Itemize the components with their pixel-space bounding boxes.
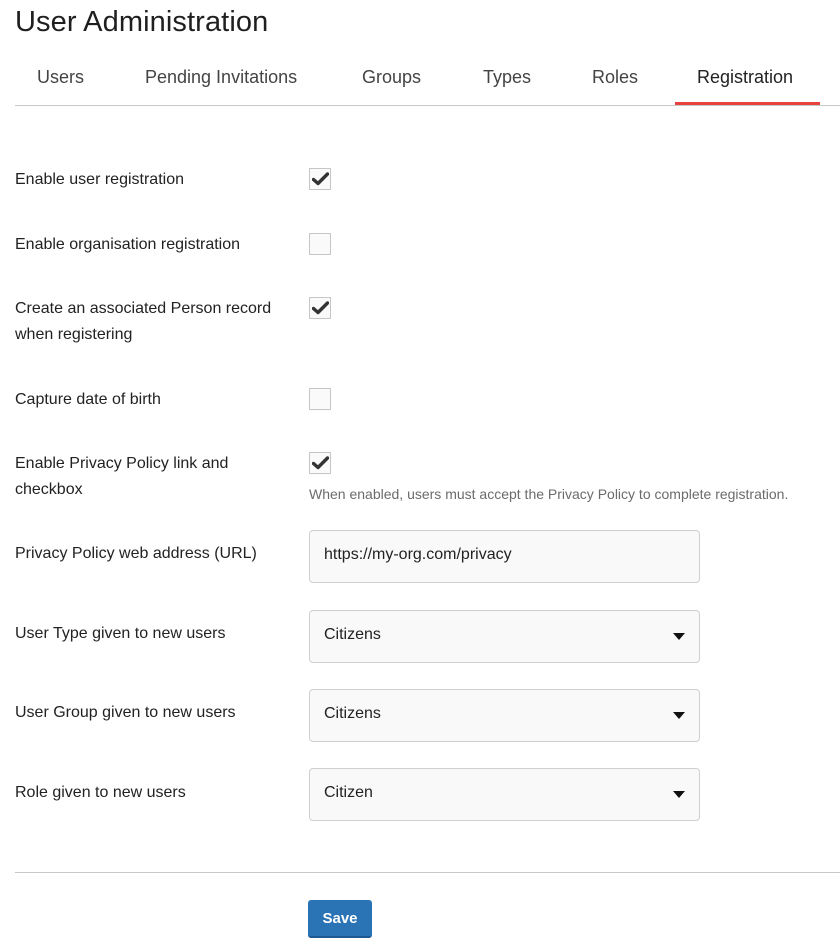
enable-organisation-registration-checkbox[interactable] — [309, 233, 331, 255]
tab-bar: Users Pending Invitations Groups Types R… — [15, 58, 840, 106]
form-divider — [15, 872, 840, 873]
privacy-policy-help-text: When enabled, users must accept the Priv… — [309, 486, 789, 502]
privacy-url-value: https://my-org.com/privacy — [324, 546, 512, 563]
user-type-label: User Type given to new users — [15, 625, 226, 642]
tab-pending-invitations[interactable]: Pending Invitations — [145, 67, 297, 88]
user-type-select[interactable]: Citizens — [309, 610, 700, 663]
user-group-label: User Group given to new users — [15, 704, 236, 721]
user-group-select[interactable]: Citizens — [309, 689, 700, 742]
privacy-policy-checkbox[interactable] — [309, 452, 331, 474]
active-tab-indicator — [675, 102, 820, 105]
chevron-down-icon — [673, 791, 685, 798]
user-type-selected: Citizens — [324, 626, 381, 643]
enable-organisation-registration-label: Enable organisation registration — [15, 236, 241, 253]
role-selected: Citizen — [324, 784, 373, 801]
tab-registration[interactable]: Registration — [697, 67, 793, 88]
chevron-down-icon — [673, 633, 685, 640]
enable-user-registration-label: Enable user registration — [15, 171, 184, 188]
capture-dob-label: Capture date of birth — [15, 391, 161, 408]
enable-user-registration-checkbox[interactable] — [309, 168, 331, 190]
save-button[interactable]: Save — [308, 900, 372, 938]
user-group-selected: Citizens — [324, 705, 381, 722]
tab-groups[interactable]: Groups — [362, 67, 421, 88]
page-title: User Administration — [15, 6, 269, 38]
capture-dob-checkbox[interactable] — [309, 388, 331, 410]
checkmark-icon — [312, 172, 329, 186]
role-label: Role given to new users — [15, 784, 186, 801]
tab-roles[interactable]: Roles — [592, 67, 638, 88]
role-select[interactable]: Citizen — [309, 768, 700, 821]
tab-types[interactable]: Types — [483, 67, 531, 88]
tab-users[interactable]: Users — [37, 67, 84, 88]
create-person-record-checkbox[interactable] — [309, 297, 331, 319]
checkmark-icon — [312, 301, 329, 315]
privacy-url-input[interactable]: https://my-org.com/privacy — [309, 530, 700, 583]
checkmark-icon — [312, 456, 329, 470]
create-person-record-label: Create an associated Person record when … — [15, 300, 272, 343]
privacy-policy-label: Enable Privacy Policy link and checkbox — [15, 455, 229, 498]
chevron-down-icon — [673, 712, 685, 719]
privacy-url-label: Privacy Policy web address (URL) — [15, 545, 257, 562]
